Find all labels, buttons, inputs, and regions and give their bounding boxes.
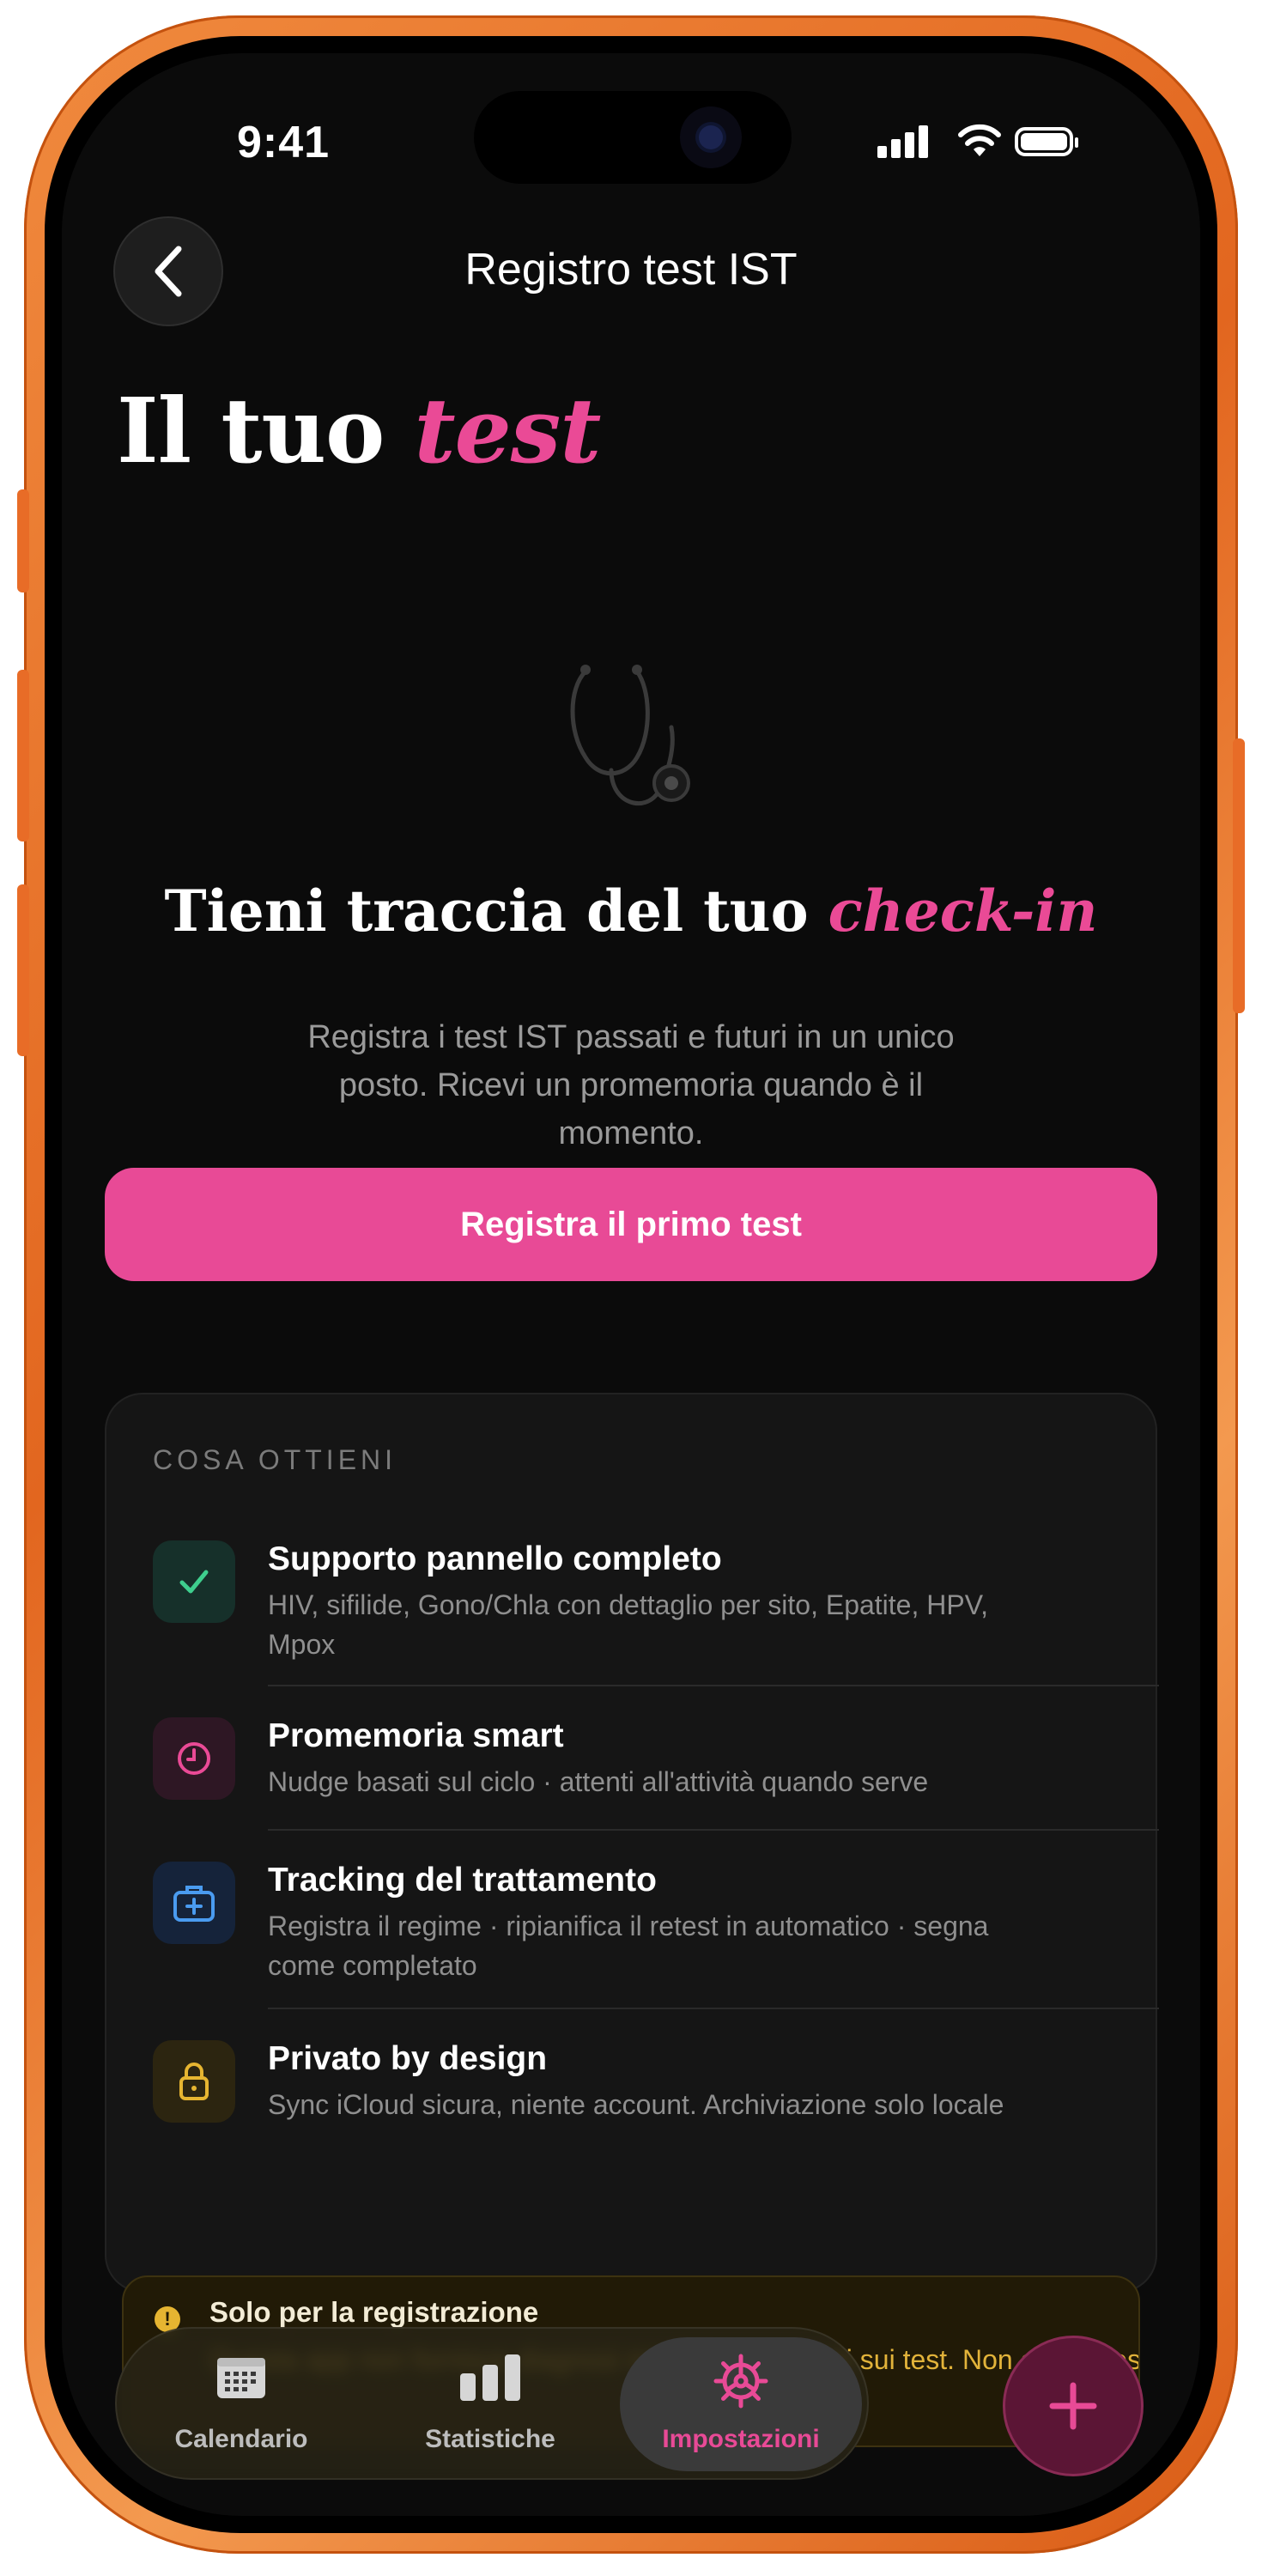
action-button	[17, 489, 29, 592]
check-icon	[153, 1540, 235, 1623]
stethoscope-icon	[570, 665, 690, 806]
wifi-icon	[958, 124, 1001, 156]
benefit-item-treatment-tracking: Tracking del trattamento Registra il reg…	[153, 1862, 1113, 1990]
volume-up-button	[17, 670, 29, 841]
add-test-button[interactable]	[1003, 2336, 1144, 2476]
volume-down-button	[17, 884, 29, 1056]
tab-settings[interactable]: Impostazioni	[616, 2329, 865, 2478]
medical-kit-icon	[153, 1862, 235, 1944]
battery-icon	[1015, 127, 1078, 156]
plus-icon	[1049, 2382, 1097, 2430]
tab-statistics[interactable]: Statistiche	[366, 2329, 615, 2478]
chevron-left-icon	[155, 246, 182, 297]
benefits-card: COSA OTTIENI Supporto pannello completo …	[105, 1393, 1159, 2293]
tab-label: Calendario	[174, 2425, 308, 2453]
benefit-title: Privato by design	[268, 2040, 548, 2077]
camera-icon	[680, 106, 742, 168]
clock-icon	[153, 1717, 235, 1800]
page-title-accent: test	[414, 378, 602, 483]
benefit-title: Tracking del trattamento	[268, 1862, 657, 1899]
calendar-icon	[217, 2358, 265, 2398]
tab-bar: Calendario Statistiche Impostazioni	[115, 2327, 869, 2480]
back-button[interactable]	[113, 216, 223, 326]
tab-label: Statistiche	[425, 2425, 555, 2453]
tab-label: Impostazioni	[662, 2425, 820, 2453]
benefit-title: Promemoria smart	[268, 1717, 564, 1754]
bar-chart-icon	[460, 2354, 520, 2401]
hero-title-accent: check-in	[828, 878, 1098, 945]
hero-title: Tieni traccia del tuo check-in	[62, 878, 1200, 945]
benefit-item-smart-reminders: Promemoria smart Nudge basati sul ciclo …	[153, 1717, 1113, 1812]
lock-icon	[153, 2040, 235, 2123]
benefit-item-private-by-design: Privato by design Sync iCloud sicura, ni…	[153, 2040, 1113, 2169]
benefit-description: HIV, sifilide, Gono/Chla con dettaglio p…	[268, 1589, 988, 1660]
power-button	[1233, 738, 1245, 1013]
gear-icon	[713, 2354, 768, 2409]
benefits-label: COSA OTTIENI	[153, 1444, 397, 1475]
nav-title: Registro test IST	[464, 245, 798, 295]
benefit-description: Nudge basati sul ciclo · attenti all'att…	[268, 1766, 929, 1797]
hero-description: Registra i test IST passati e futuri in …	[307, 1019, 955, 1151]
dynamic-island	[474, 91, 792, 184]
tab-calendar[interactable]: Calendario	[117, 2329, 366, 2478]
page-title-prefix: Il tuo	[117, 378, 415, 483]
benefit-item-full-panel: Supporto pannello completo HIV, sifilide…	[153, 1540, 1113, 1669]
divider	[268, 2008, 1159, 2009]
status-icons	[877, 122, 1083, 165]
benefit-description: Sync iCloud sicura, niente account. Arch…	[268, 2089, 1004, 2120]
notice-title: Solo per la registrazione	[209, 2296, 539, 2328]
divider	[268, 1829, 1159, 1831]
register-first-test-button[interactable]: Registra il primo test	[105, 1168, 1157, 1281]
benefit-title: Supporto pannello completo	[268, 1540, 722, 1577]
benefit-description: Registra il regime · ripianifica il rete…	[268, 1911, 989, 1981]
divider	[268, 1685, 1159, 1686]
status-time: 9:41	[237, 118, 331, 167]
hero-title-prefix: Tieni traccia del tuo	[164, 878, 828, 945]
page-title: Il tuo test	[117, 378, 602, 483]
screen: 9:41 Registro test IST Il tuo test Tieni…	[62, 53, 1200, 2516]
